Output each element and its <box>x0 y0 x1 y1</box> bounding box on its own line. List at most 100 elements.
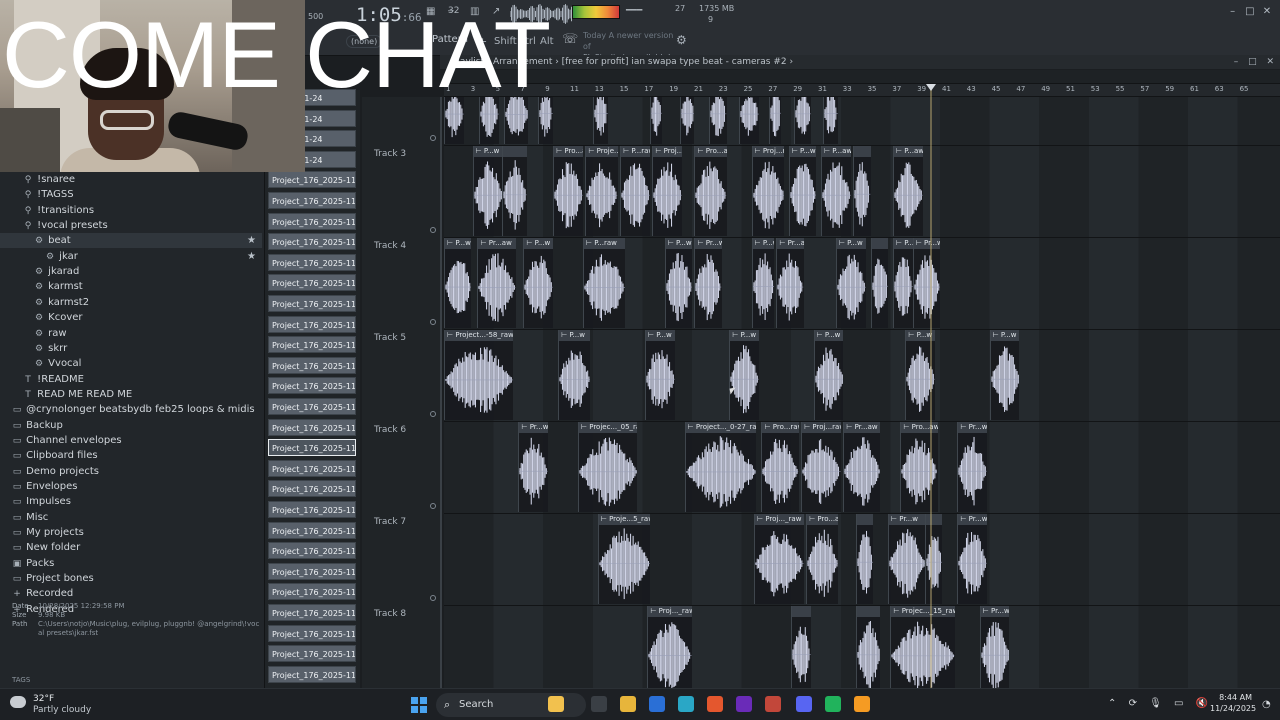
track-mute-toggle[interactable] <box>430 595 436 601</box>
tags-label[interactable]: TAGS <box>12 676 30 684</box>
audio-clip[interactable]: ⊢ P...w <box>523 238 554 328</box>
edge-icon[interactable] <box>678 696 694 712</box>
browser-item-channel-envelopes[interactable]: ▭ Channel envelopes <box>0 433 262 448</box>
audio-clip[interactable] <box>709 97 727 144</box>
browser-item-crynolonger-beatsbydb-feb25-loops-midis[interactable]: ▭ @crynolonger beatsbydb feb25 loops & m… <box>0 402 262 417</box>
picker-clip[interactable]: Project_176_2025-11-24... <box>268 521 356 539</box>
picker-clip[interactable]: Project_176_2025-11-24... <box>268 192 356 209</box>
star-icon[interactable]: ★ <box>247 233 256 248</box>
browser-item-backup[interactable]: ▭ Backup <box>0 418 262 433</box>
audio-clip[interactable] <box>793 97 812 144</box>
audio-clip[interactable]: ⊢ P...w <box>751 238 774 328</box>
audio-clip[interactable]: ⊢ P...w <box>989 330 1020 420</box>
browser-item-jkar[interactable]: ⚙ jkar ★ <box>0 249 262 264</box>
track-mute-toggle[interactable] <box>430 227 436 233</box>
audio-clip[interactable]: ⊢ Pro...aw <box>694 146 727 236</box>
audio-clip[interactable]: ⊢ Pro...aw <box>806 514 839 604</box>
picker-clip[interactable]: Project_176_2025-11-24... <box>268 253 356 271</box>
audio-clip[interactable]: ⊢ Pr...aw <box>843 422 881 512</box>
sync-icon[interactable]: ⟳ <box>1129 698 1137 709</box>
news-icon[interactable]: ☏ <box>562 32 578 47</box>
audio-clip[interactable]: ⊢ P...w <box>788 146 816 236</box>
picker-clip[interactable]: Project_176_2025-11-24... <box>268 562 356 580</box>
picker-clip[interactable]: Project_176_2025-11-24... <box>268 171 356 189</box>
audio-clip[interactable]: ⊢ P...w <box>558 330 591 420</box>
audio-clip[interactable]: ⊢ Pr...w <box>979 606 1010 688</box>
minimize-button[interactable]: – <box>1226 6 1240 17</box>
audio-clip[interactable]: ⊢ P... <box>892 238 913 328</box>
volume-mute-icon[interactable]: 🔇 <box>1196 698 1208 709</box>
folder-icon[interactable] <box>620 696 636 712</box>
audio-clip[interactable]: ⊢ Pr...w <box>694 238 722 328</box>
audio-clip[interactable]: ⊢ P...w <box>644 330 675 420</box>
browser-item-vocal-presets[interactable]: ⚲ !vocal presets <box>0 218 262 233</box>
discord-icon[interactable] <box>796 696 812 712</box>
audio-clip[interactable]: ⊢ Proje...raw <box>585 146 618 236</box>
audio-clip[interactable]: ⊢ Project..._0-27_raw <box>684 422 757 512</box>
audio-clip[interactable] <box>870 238 888 328</box>
audio-clip[interactable]: ⊢ Projec..._15_raw <box>890 606 955 688</box>
browser-item-snaree[interactable]: ⚲ !snaree <box>0 172 262 187</box>
picker-clip[interactable]: Project_176_2025-11-24... <box>268 418 356 436</box>
audio-clip[interactable]: ⊢ P...w <box>813 330 844 420</box>
audio-clip[interactable]: ⊢ Proj..._raw <box>652 146 683 236</box>
browser-item-read-me-read-me[interactable]: T READ ME READ ME <box>0 387 262 402</box>
audio-clip[interactable]: ⊢ Proj...raw <box>801 422 841 512</box>
audio-clip[interactable] <box>679 97 695 144</box>
track-header-6[interactable]: Track 6 <box>374 425 406 435</box>
timeline-scroll-overview[interactable] <box>440 70 1280 84</box>
track-mute-toggle[interactable] <box>430 411 436 417</box>
close-button[interactable]: ✕ <box>1260 6 1274 17</box>
file-explorer-icon[interactable] <box>548 696 564 712</box>
audio-clip[interactable] <box>855 606 881 688</box>
audio-clip[interactable] <box>853 146 871 236</box>
browser-item-clipboard-files[interactable]: ▭ Clipboard files <box>0 448 262 463</box>
volume-slider[interactable]: ━━━ <box>626 6 642 16</box>
task-view-icon[interactable] <box>591 696 607 712</box>
browser-item-misc[interactable]: ▭ Misc <box>0 510 262 525</box>
audio-clip[interactable] <box>925 514 943 604</box>
browser-item-vvocal[interactable]: ⚙ Vvocal <box>0 356 262 371</box>
audio-clip[interactable]: ⊢ Pr...w <box>957 514 988 604</box>
audio-clip[interactable] <box>855 514 874 604</box>
track-header-8[interactable]: Track 8 <box>374 609 406 619</box>
audio-clip[interactable]: ⊢ Proj...raw <box>751 146 784 236</box>
picker-clip[interactable]: Project_176_2025-11-24... <box>268 398 356 415</box>
picker-clip[interactable]: Project_176_2025-11-24... <box>268 212 356 230</box>
browser-item-raw[interactable]: ⚙ raw <box>0 326 262 341</box>
audio-clip[interactable] <box>649 97 663 144</box>
browser-item-skrr[interactable]: ⚙ skrr <box>0 341 262 356</box>
picker-clip[interactable]: Project_176_2025-11-24... <box>268 480 356 498</box>
audio-clip[interactable] <box>502 146 528 236</box>
picker-clip[interactable]: Project_176_2025-11-24... <box>268 624 356 642</box>
browser-item-packs[interactable]: ▣ Packs <box>0 556 262 571</box>
playlist-maximize-button[interactable]: □ <box>1248 57 1257 67</box>
start-button[interactable] <box>411 697 427 713</box>
star-icon[interactable]: ★ <box>247 249 256 264</box>
picker-clip[interactable]: Project_176_2025-11-24... <box>268 377 356 395</box>
audio-clip[interactable] <box>768 97 782 144</box>
audio-clip[interactable]: ⊢ Proj..._raw <box>754 514 804 604</box>
audio-clip[interactable]: ⊢ P...w <box>835 238 866 328</box>
audio-clip[interactable]: ⊢ Pr...w <box>518 422 549 512</box>
audio-clip[interactable]: ⊢ P...raw <box>620 146 650 236</box>
track-header-4[interactable]: Track 4 <box>374 241 406 251</box>
audio-clip[interactable]: ⊢ Pro...aw <box>553 146 583 236</box>
audio-clip[interactable]: ⊢ Projec..._05_raw <box>577 422 638 512</box>
playhead-marker[interactable] <box>926 84 936 91</box>
microphone-icon[interactable]: 🎙 <box>1149 698 1162 709</box>
picker-clip[interactable]: Project_176_2025-11-24... <box>268 665 356 683</box>
browser-item-transitions[interactable]: ⚲ !transitions <box>0 203 262 218</box>
audio-clip[interactable]: ⊢ Pr...aw <box>776 238 804 328</box>
audio-clip[interactable]: ⊢ Pr...w <box>887 514 926 604</box>
next-icon[interactable] <box>736 696 752 712</box>
audio-clip[interactable] <box>592 97 608 144</box>
browser-item-readme[interactable]: T !README <box>0 372 262 387</box>
browser-item-tagss[interactable]: ⚲ !TAGSS <box>0 187 262 202</box>
maximize-button[interactable]: □ <box>1243 6 1257 17</box>
audio-clip[interactable]: ⊢ P...aw <box>820 146 851 236</box>
browser-item-beat[interactable]: ⚙ beat ★ <box>0 233 262 249</box>
notification-icon[interactable]: ◔ <box>1262 699 1271 710</box>
picker-clip[interactable]: Project_176_2025-11-24... <box>268 645 356 663</box>
audio-clip[interactable]: ⊢ P...raw <box>582 238 626 328</box>
